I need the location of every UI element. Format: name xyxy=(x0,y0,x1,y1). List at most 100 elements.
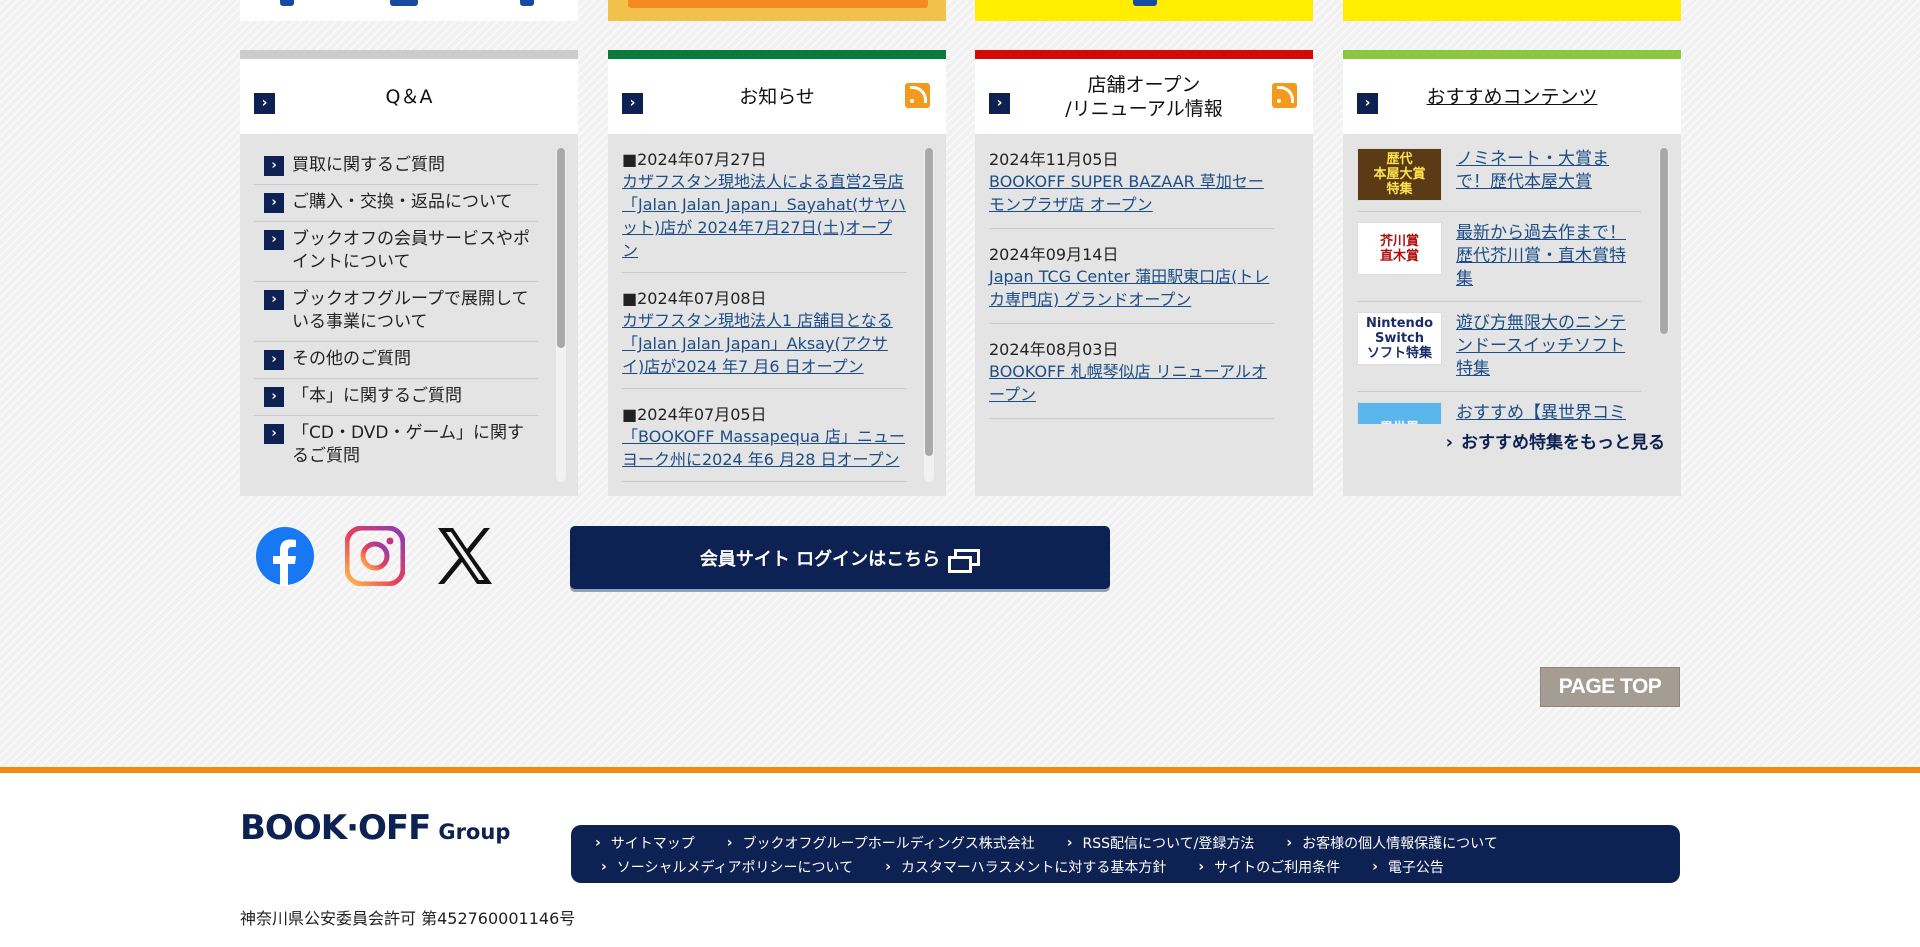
recommend-accent-bar xyxy=(1343,50,1681,59)
recommend-item[interactable]: 芥川賞 直木賞 最新から過去作まで！歴代芥川賞・直木賞特集 xyxy=(1357,222,1641,302)
chevron-right-icon: › xyxy=(1372,859,1378,875)
chevron-right-icon: › xyxy=(595,835,601,851)
shop-date: 2024年08月03日 xyxy=(989,340,1119,359)
footer-nav-link[interactable]: › ソーシャルメディアポリシーについて xyxy=(601,857,853,877)
qa-item[interactable]: › ブックオフの会員サービスやポイントについて xyxy=(254,222,538,282)
recommend-more-label: おすすめ特集をもっと見る xyxy=(1461,433,1665,453)
shop-link[interactable]: Japan TCG Center 蒲田駅東口店(トレカ専門店) グランドオープン xyxy=(989,265,1274,311)
shop-link[interactable]: BOOKOFF 札幌琴似店 リニューアルオープン xyxy=(989,360,1274,406)
footer-nav-label: サイトマップ xyxy=(610,836,695,852)
recommend-thumbnail[interactable]: 芥川賞 直木賞 xyxy=(1357,222,1442,275)
shops-header[interactable]: › 店舗オープン /リニューアル情報 xyxy=(975,59,1313,134)
qa-item[interactable]: › 「CD・DVD・ゲーム」に関するご質問 xyxy=(254,416,538,475)
rss-icon[interactable] xyxy=(1272,83,1297,108)
recommend-link[interactable]: 遊び方無限大のニンテンドースイッチソフト特集 xyxy=(1456,312,1641,381)
recommend-item[interactable]: 歴代 本屋大賞 特集 ノミネート・大賞まで！歴代本屋大賞 xyxy=(1357,148,1641,212)
recommend-item[interactable]: Nintendo Switch ソフト特集 遊び方無限大のニンテンドースイッチソフ… xyxy=(1357,312,1641,392)
top-banner-1[interactable] xyxy=(240,0,578,21)
recommend-more-link[interactable]: › おすすめ特集をもっと見る xyxy=(1446,428,1665,453)
shop-link[interactable]: BOOKOFF SUPER BAZAAR 草加セーモンプラザ店 オープン xyxy=(989,170,1274,216)
scrollbar-thumb[interactable] xyxy=(557,148,565,348)
shops-panel: › 店舗オープン /リニューアル情報 2024年11月05日 BOOKOFF SU… xyxy=(975,50,1313,496)
footer-nav-label: サイトのご利用条件 xyxy=(1214,860,1341,876)
recommend-header[interactable]: › おすすめコンテンツ xyxy=(1343,59,1681,134)
recommend-list: 歴代 本屋大賞 特集 ノミネート・大賞まで！歴代本屋大賞 芥川賞 直木賞 最新から過去… xyxy=(1343,134,1681,496)
qa-scrollbar[interactable] xyxy=(556,148,566,482)
license-text: 神奈川県公安委員会許可 第452760001146号 xyxy=(240,909,576,928)
banner-graphic xyxy=(390,0,418,6)
shops-list: 2024年11月05日 BOOKOFF SUPER BAZAAR 草加セーモンプラ… xyxy=(975,134,1313,496)
member-login-button[interactable]: 会員サイト ログインはこちら xyxy=(570,526,1110,589)
recommend-panel: › おすすめコンテンツ 歴代 本屋大賞 特集 ノミネート・大賞まで！歴代本屋大賞芥… xyxy=(1343,50,1681,496)
instagram-icon[interactable] xyxy=(345,526,405,586)
news-item: ■2024年07月05日 「BOOKOFF Massapequa 店」ニューヨーク… xyxy=(622,403,907,482)
shop-item: 2024年09月14日 Japan TCG Center 蒲田駅東口店(トレカ専門… xyxy=(989,243,1274,324)
news-link[interactable]: 「BOOKOFF Massapequa 店」ニューヨーク州に2024 年6 月2… xyxy=(622,425,907,471)
scrollbar-thumb[interactable] xyxy=(925,148,933,456)
recommend-item[interactable]: 異世界おすすめ【異世界コミック特集】転生・召喚漫画 xyxy=(1357,402,1641,424)
news-accent-bar xyxy=(608,50,946,59)
qa-item[interactable]: › その他のご質問 xyxy=(254,342,538,379)
recommend-thumbnail[interactable]: 歴代 本屋大賞 特集 xyxy=(1357,148,1442,201)
footer-nav-label: ソーシャルメディアポリシーについて xyxy=(616,860,854,876)
recommend-link[interactable]: ノミネート・大賞まで！歴代本屋大賞 xyxy=(1456,148,1641,194)
qa-item[interactable]: › ご購入・交換・返品について xyxy=(254,185,538,222)
news-link[interactable]: カザフスタン現地法人による直営2号店「Jalan Jalan Japan」Say… xyxy=(622,170,907,262)
footer-nav-link[interactable]: › 電子公告 xyxy=(1372,857,1444,877)
news-list: ■2024年07月27日 カザフスタン現地法人による直営2号店「Jalan Jal… xyxy=(608,134,946,496)
recommend-thumbnail[interactable]: Nintendo Switch ソフト特集 xyxy=(1357,312,1442,365)
footer-nav-link[interactable]: › RSS配信について/登録方法 xyxy=(1067,833,1255,853)
chevron-right-icon: › xyxy=(726,835,733,851)
footer-nav-link[interactable]: › カスタマーハラスメントに対する基本方針 xyxy=(885,857,1166,877)
news-header[interactable]: › お知らせ xyxy=(608,59,946,134)
logo-group-text: Group xyxy=(438,820,511,844)
footer-nav-label: 電子公告 xyxy=(1387,860,1444,876)
footer: BOOK·OFF Group › サイトマップ › ブックオフグループホールディングス… xyxy=(0,773,1920,947)
qa-title: Q＆A xyxy=(385,85,433,108)
top-banner-4[interactable] xyxy=(1343,0,1681,21)
footer-nav-link[interactable]: › サイトマップ xyxy=(595,833,695,853)
chevron-right-icon: › xyxy=(885,859,891,875)
qa-item[interactable]: › 買取に関するご質問 xyxy=(254,148,538,185)
page-top-button[interactable]: PAGE TOP xyxy=(1540,667,1680,707)
top-banner-2[interactable] xyxy=(608,0,946,21)
recommend-scrollbar[interactable] xyxy=(1659,148,1669,334)
recommend-link[interactable]: 最新から過去作まで！歴代芥川賞・直木賞特集 xyxy=(1456,222,1641,291)
rss-icon[interactable] xyxy=(905,83,930,108)
top-banner-3[interactable] xyxy=(975,0,1313,21)
shops-title: 店舗オープン /リニューアル情報 xyxy=(1065,73,1222,121)
footer-nav-link[interactable]: › ブックオフグループホールディングス株式会社 xyxy=(727,833,1035,853)
qa-item-label: その他のご質問 xyxy=(292,349,411,369)
chevron-right-icon: › xyxy=(264,230,284,250)
recommend-link[interactable]: おすすめ【異世界コミック特集】転生・召喚漫画 xyxy=(1456,402,1641,424)
bookoff-group-logo[interactable]: BOOK·OFF Group xyxy=(240,808,510,848)
chevron-right-icon: › xyxy=(264,156,284,176)
qa-item-label: 「CD・DVD・ゲーム」に関するご質問 xyxy=(292,423,524,466)
chevron-right-icon: › xyxy=(989,93,1010,114)
footer-nav-link[interactable]: › お客様の個人情報保護について xyxy=(1286,833,1497,853)
chevron-right-icon: › xyxy=(622,93,643,114)
chevron-right-icon: › xyxy=(601,859,607,875)
news-title: お知らせ xyxy=(739,85,815,108)
qa-item-label: ご購入・交換・返品について xyxy=(292,192,513,212)
news-panel: › お知らせ ■2024年07月27日 カザフスタン現地法人による直営2号店「Ja… xyxy=(608,50,946,496)
news-date: ■2024年07月05日 xyxy=(622,405,767,424)
footer-nav-link[interactable]: › サイトのご利用条件 xyxy=(1198,857,1340,877)
news-scrollbar[interactable] xyxy=(924,148,934,482)
recommend-thumbnail[interactable]: 異世界 xyxy=(1357,402,1442,424)
qa-item[interactable]: › 「本」に関するご質問 xyxy=(254,379,538,416)
qa-header[interactable]: › Q＆A xyxy=(240,59,578,134)
recommend-title[interactable]: おすすめコンテンツ xyxy=(1426,85,1597,109)
chevron-right-icon: › xyxy=(264,350,284,370)
x-icon[interactable] xyxy=(435,526,495,586)
news-link[interactable]: カザフスタン現地法人1 店舗目となる「Jalan Jalan Japan」Aks… xyxy=(622,309,907,378)
chevron-right-icon: › xyxy=(1357,93,1378,114)
scrollbar-thumb[interactable] xyxy=(1660,148,1668,334)
facebook-icon[interactable] xyxy=(255,526,315,586)
chevron-right-icon: › xyxy=(1198,859,1205,875)
qa-item[interactable]: › ブックオフグループで展開している事業について xyxy=(254,282,538,342)
shop-date: 2024年09月14日 xyxy=(989,245,1119,264)
chevron-right-icon: › xyxy=(264,193,284,213)
chevron-right-icon: › xyxy=(264,424,284,444)
chevron-right-icon: › xyxy=(264,290,284,310)
